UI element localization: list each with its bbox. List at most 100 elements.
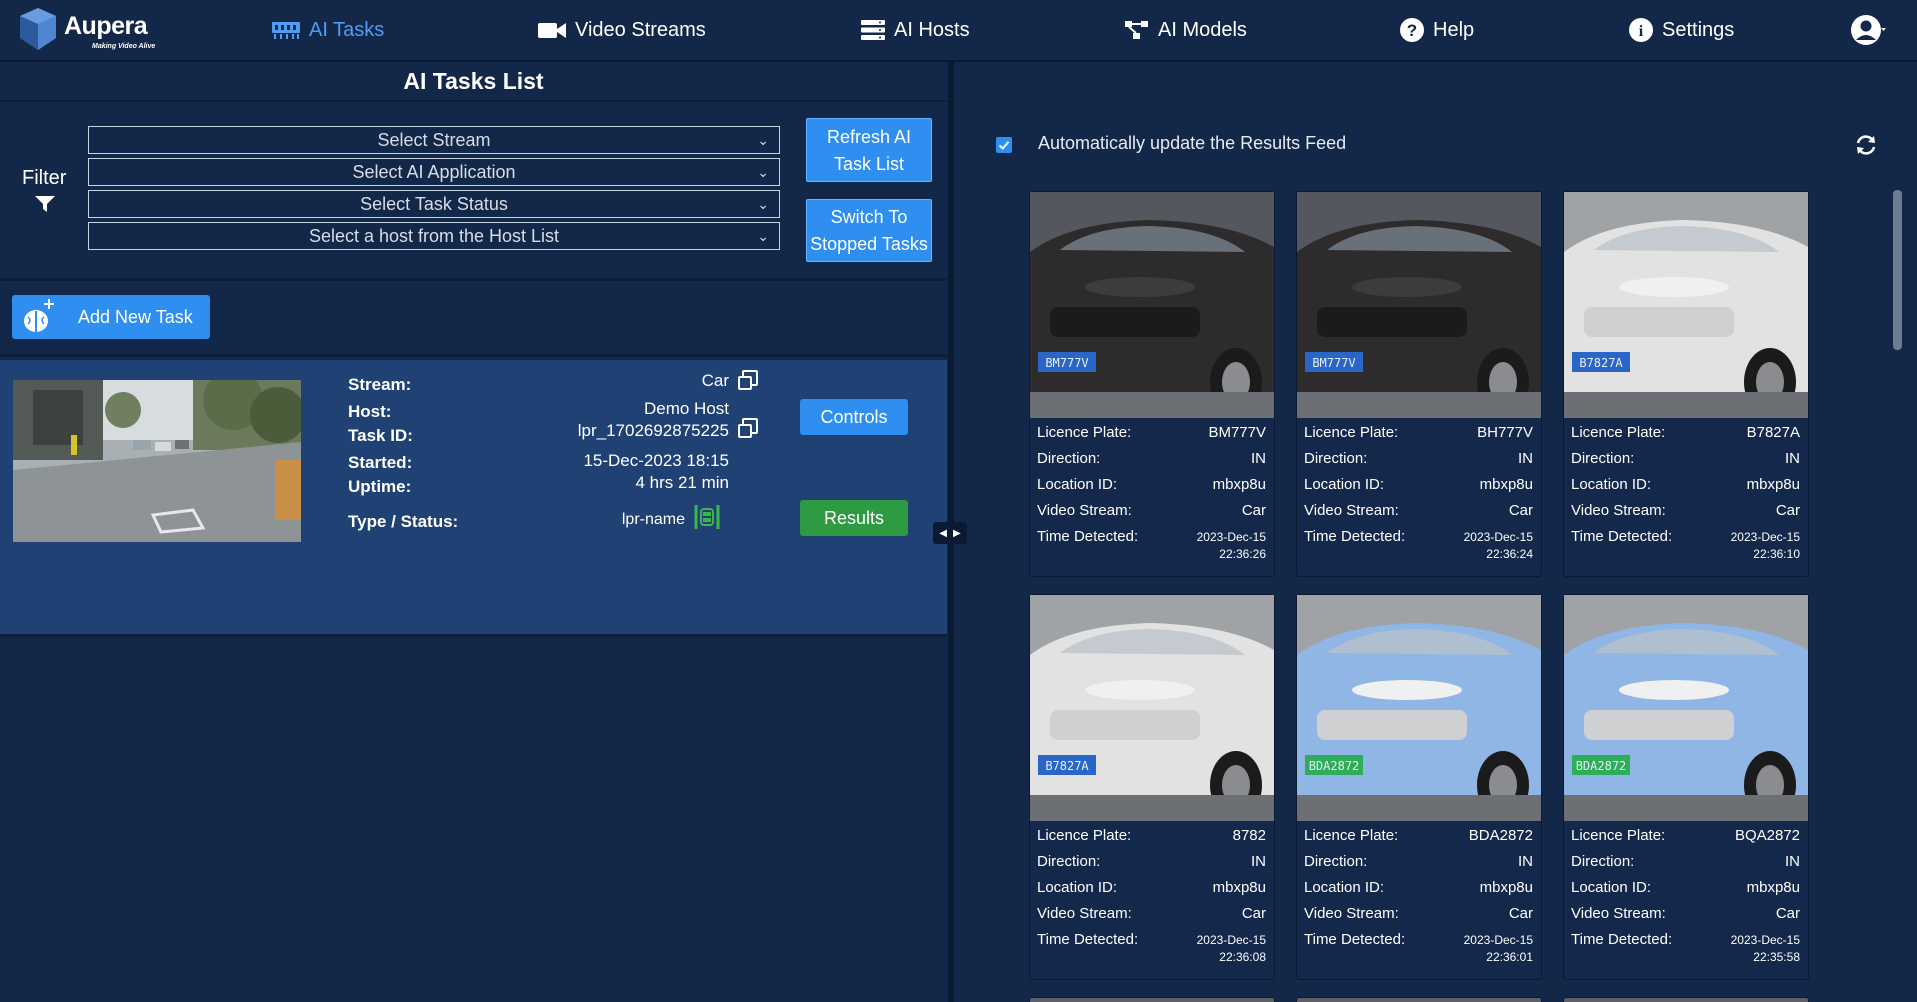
status-running-icon: [694, 505, 720, 529]
plate-value: BM777V: [1208, 424, 1266, 441]
location-label: Location ID:: [1037, 476, 1118, 493]
results-button[interactable]: Results: [800, 500, 908, 536]
select-task-status[interactable]: Select Task Status ⌄: [88, 190, 780, 218]
time-detected-label: Time Detected:: [1037, 931, 1139, 948]
time-detected-label: Time Detected:: [1304, 931, 1406, 948]
vehicle-snapshot[interactable]: BM777V: [1297, 192, 1541, 418]
chevron-down-icon: ⌄: [757, 132, 769, 148]
divider: [0, 278, 947, 281]
result-card[interactable]: B7827A Licence Plate: 8782 Direction: IN Loca…: [1030, 595, 1274, 979]
nav-label: Settings: [1662, 18, 1735, 41]
server-icon: [861, 20, 885, 40]
divider: [0, 354, 947, 357]
video-stream-label: Video Stream:: [1571, 905, 1666, 922]
location-value: mbxp8u: [1479, 476, 1533, 493]
direction-value: IN: [1251, 450, 1266, 467]
vehicle-snapshot[interactable]: BM777V: [1030, 192, 1274, 418]
refresh-btn-line2: Task List: [833, 154, 905, 174]
vehicle-image: BDA2872: [1564, 595, 1808, 821]
video-stream-value: Car: [1241, 502, 1266, 519]
svg-text:BM777V: BM777V: [1312, 356, 1355, 370]
refresh-btn-line1: Refresh AI: [826, 127, 912, 147]
plate-value: 8782: [1232, 827, 1266, 844]
time-detected-value: 2023-Dec-15 22:36:08: [1197, 932, 1266, 966]
vehicle-snapshot[interactable]: BDA2872: [1297, 595, 1541, 821]
add-new-task-button[interactable]: Add New Task: [12, 295, 210, 339]
chevron-down-icon: ⌄: [757, 196, 769, 212]
stream-label: Stream:: [348, 375, 412, 394]
stream-thumbnail[interactable]: [13, 380, 301, 542]
auto-update-checkbox[interactable]: [996, 137, 1012, 153]
refresh-icon[interactable]: [1854, 133, 1878, 157]
result-card-partial[interactable]: [1564, 998, 1808, 1002]
results-scrollbar[interactable]: [1893, 190, 1902, 350]
refresh-task-list-button[interactable]: Refresh AI Task List: [806, 118, 932, 182]
user-avatar-icon: [1851, 15, 1886, 45]
select-ai-application[interactable]: Select AI Application ⌄: [88, 158, 780, 186]
type-status-label: Type / Status:: [348, 512, 459, 531]
nav-video-streams[interactable]: Video Streams: [537, 0, 706, 60]
caret-left-icon: ◀: [939, 527, 947, 539]
plate-label: Licence Plate:: [1037, 827, 1132, 844]
time-detected-time: 22:36:24: [1486, 547, 1533, 561]
host-label: Host:: [348, 402, 392, 421]
user-menu[interactable]: [1850, 0, 1886, 60]
plate-label: Licence Plate:: [1571, 424, 1666, 441]
location-value: mbxp8u: [1212, 476, 1266, 493]
results-feed-panel: Automatically update the Results Feed BM…: [954, 62, 1917, 1002]
time-detected-label: Time Detected:: [1304, 528, 1406, 545]
time-detected-time: 22:36:10: [1753, 547, 1800, 561]
nav-label: Video Streams: [575, 18, 706, 41]
panel-title: AI Tasks List: [0, 62, 947, 102]
location-label: Location ID:: [1304, 476, 1385, 493]
result-card[interactable]: BDA2872 Licence Plate: BQA2872 Direction: IN…: [1564, 595, 1808, 979]
time-detected-label: Time Detected:: [1571, 528, 1673, 545]
result-card[interactable]: BDA2872 Licence Plate: BDA2872 Direction: IN…: [1297, 595, 1541, 979]
copy-stream-icon[interactable]: [738, 370, 758, 390]
select-app-value: Select AI Application: [352, 162, 516, 182]
caret-right-icon: ▶: [953, 527, 961, 539]
filter-icon[interactable]: [34, 195, 56, 213]
vehicle-image: BM777V: [1030, 192, 1274, 418]
chevron-down-icon: ⌄: [757, 164, 769, 180]
result-card-partial[interactable]: [1030, 998, 1274, 1002]
street-scene-image: [13, 380, 301, 542]
location-value: mbxp8u: [1479, 879, 1533, 896]
stream-value: Car: [701, 371, 729, 390]
copy-task-id-icon[interactable]: [738, 418, 758, 438]
controls-button[interactable]: Controls: [800, 399, 908, 435]
svg-text:?: ?: [1407, 21, 1417, 40]
vehicle-snapshot[interactable]: B7827A: [1030, 595, 1274, 821]
result-card-partial[interactable]: [1297, 998, 1541, 1002]
time-detected-value: 2023-Dec-15 22:36:24: [1464, 529, 1533, 563]
nav-ai-hosts[interactable]: AI Hosts: [860, 0, 970, 60]
nav-ai-tasks[interactable]: AI Tasks: [271, 0, 384, 60]
vehicle-image: BDA2872: [1297, 595, 1541, 821]
svg-text:BM777V: BM777V: [1045, 356, 1088, 370]
select-status-value: Select Task Status: [360, 194, 508, 214]
video-stream-label: Video Stream:: [1304, 502, 1399, 519]
direction-label: Direction:: [1304, 853, 1368, 870]
aupera-logo[interactable]: Aupera Making Video Alive: [14, 6, 164, 54]
panel-resize-handle[interactable]: ◀ ▶: [933, 522, 967, 544]
direction-value: IN: [1518, 450, 1533, 467]
result-card[interactable]: BM777V Licence Plate: BH777V Direction: IN Lo…: [1297, 192, 1541, 576]
select-stream[interactable]: Select Stream ⌄: [88, 126, 780, 154]
location-label: Location ID:: [1571, 476, 1652, 493]
video-stream-label: Video Stream:: [1037, 905, 1132, 922]
logo-cube-icon: [20, 8, 56, 50]
result-card[interactable]: BM777V Licence Plate: BM777V Direction: IN Lo…: [1030, 192, 1274, 576]
vehicle-snapshot[interactable]: B7827A: [1564, 192, 1808, 418]
logo-tagline: Making Video Alive: [92, 43, 156, 50]
svg-text:BDA2872: BDA2872: [1576, 759, 1627, 773]
nav-ai-models[interactable]: AI Models: [1124, 0, 1247, 60]
select-host[interactable]: Select a host from the Host List ⌄: [88, 222, 780, 250]
result-card[interactable]: B7827A Licence Plate: B7827A Direction: IN Lo…: [1564, 192, 1808, 576]
help-icon: ?: [1400, 18, 1424, 42]
video-stream-label: Video Stream:: [1571, 502, 1666, 519]
switch-to-stopped-tasks-button[interactable]: Switch To Stopped Tasks: [806, 199, 932, 262]
time-detected-date: 2023-Dec-15: [1196, 530, 1266, 544]
vehicle-snapshot[interactable]: BDA2872: [1564, 595, 1808, 821]
nav-settings[interactable]: i Settings: [1628, 0, 1734, 60]
nav-help[interactable]: ? Help: [1399, 0, 1474, 60]
